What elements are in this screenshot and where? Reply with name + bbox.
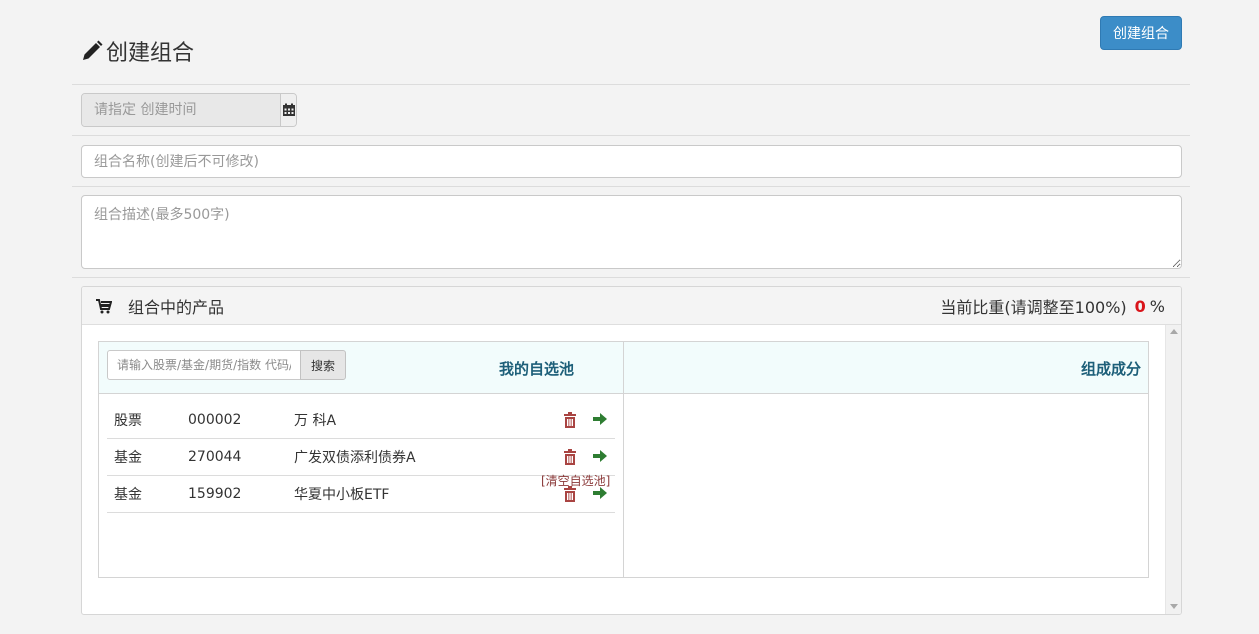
- cart-icon: [96, 298, 112, 314]
- trash-icon[interactable]: [563, 449, 577, 465]
- watchlist-title: 我的自选池: [499, 359, 575, 378]
- ratio-value: 0: [1134, 296, 1146, 316]
- arrow-right-icon[interactable]: [593, 413, 607, 425]
- panel-title: 组合中的产品: [96, 287, 224, 325]
- divider: [72, 186, 1190, 187]
- pencil-icon: [80, 39, 106, 63]
- panel-title-text: 组合中的产品: [128, 298, 225, 317]
- product-code: 159902: [188, 486, 242, 502]
- search-button[interactable]: 搜索: [300, 350, 346, 380]
- product-type: 股票: [114, 413, 142, 429]
- composition-title: 组成成分: [1080, 359, 1141, 378]
- calendar-icon: [282, 103, 296, 117]
- date-picker-group: [81, 93, 297, 127]
- create-portfolio-button[interactable]: 创建组合: [1100, 16, 1182, 50]
- divider: [72, 277, 1190, 278]
- create-date-input[interactable]: [82, 94, 280, 126]
- ratio-label: 当前比重(请调整至100%): [940, 298, 1127, 317]
- product-search-input[interactable]: [107, 350, 301, 380]
- product-code: 000002: [188, 412, 242, 428]
- product-type: 基金: [114, 487, 142, 503]
- page-title-text: 创建组合: [106, 41, 195, 66]
- scroll-down-icon[interactable]: [1170, 604, 1178, 609]
- panel-scrollbar[interactable]: [1165, 325, 1181, 614]
- products-table: 搜索 我的自选池 组成成分 股票 000002 万 科A 基金 270044 广…: [98, 341, 1149, 578]
- watchlist-row: 基金 159902 华夏中小板ETF: [107, 476, 615, 513]
- panel-header: 组合中的产品 当前比重(请调整至100%) 0 %: [82, 287, 1181, 325]
- portfolio-name-input[interactable]: [81, 145, 1182, 178]
- product-code: 270044: [188, 449, 242, 465]
- watchlist-row: 基金 270044 广发双债添利债券A: [107, 439, 615, 476]
- column-divider: [623, 342, 624, 577]
- calendar-button[interactable]: [280, 94, 296, 126]
- product-type: 基金: [114, 450, 142, 466]
- watchlist: 股票 000002 万 科A 基金 270044 广发双债添利债券A 基金 15…: [107, 402, 615, 513]
- watchlist-row: 股票 000002 万 科A: [107, 402, 615, 439]
- product-name: 万 科A: [294, 413, 337, 429]
- page-title: 创建组合: [80, 36, 194, 66]
- product-name: 广发双债添利债券A: [294, 450, 416, 466]
- weight-ratio: 当前比重(请调整至100%) 0 %: [940, 287, 1165, 325]
- portfolio-products-panel: 组合中的产品 当前比重(请调整至100%) 0 % 搜索 我的自选池 组成成分 …: [81, 286, 1182, 615]
- clear-watchlist-link[interactable]: [清空自选池]: [541, 472, 610, 489]
- portfolio-description-textarea[interactable]: [81, 195, 1182, 269]
- product-name: 华夏中小板ETF: [294, 487, 390, 503]
- divider: [72, 84, 1190, 85]
- scroll-up-icon[interactable]: [1170, 329, 1178, 334]
- trash-icon[interactable]: [563, 412, 577, 428]
- arrow-right-icon[interactable]: [593, 450, 607, 462]
- divider: [72, 135, 1190, 136]
- ratio-unit: %: [1149, 296, 1165, 316]
